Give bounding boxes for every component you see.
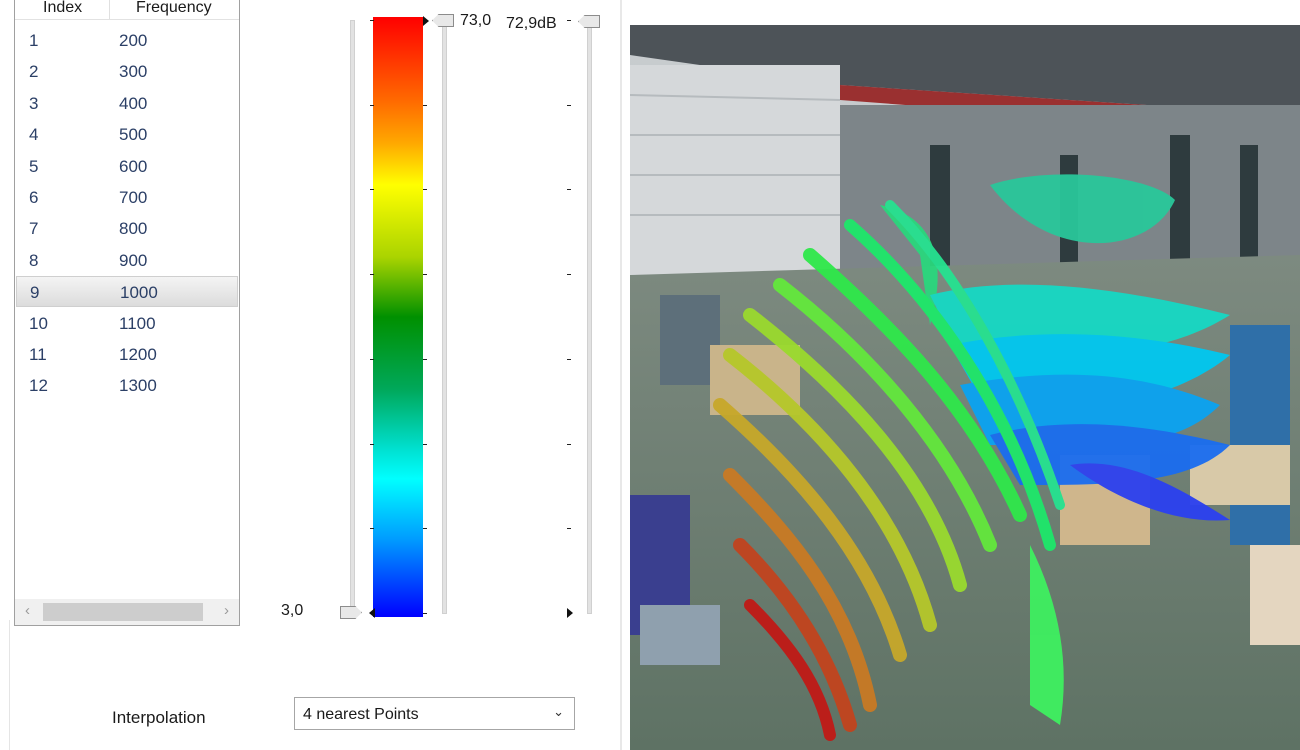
table-row[interactable]: 3 400 (16, 88, 238, 119)
panel-divider[interactable] (620, 0, 622, 750)
current-value-label: 72,9dB (506, 15, 557, 32)
column-header-index[interactable]: Index (43, 0, 82, 17)
scale-tick (370, 358, 374, 360)
table-row[interactable]: 2 300 (16, 56, 238, 87)
cell-frequency: 1000 (120, 283, 158, 303)
panel-edge (9, 620, 10, 750)
value-scale-tick (567, 528, 571, 530)
value-scale-tick (567, 20, 571, 21)
value-scale-tick (567, 274, 571, 276)
table-row[interactable]: 11 1200 (16, 339, 238, 370)
table-row[interactable]: 12 1300 (16, 370, 238, 401)
table-row[interactable]: 8 900 (16, 245, 238, 276)
cell-index: 9 (30, 283, 40, 303)
min-marker (369, 608, 375, 618)
scale-tick (423, 443, 427, 445)
max-value-label: 73,0 (460, 12, 492, 29)
scale-tick (423, 358, 427, 360)
scale-tick (370, 189, 374, 191)
column-separator[interactable] (109, 0, 110, 19)
cell-frequency: 1300 (119, 376, 157, 396)
color-scale-bar (373, 17, 423, 617)
interpolation-selected-value: 4 nearest Points (303, 706, 419, 723)
table-row[interactable]: 1 200 (16, 25, 238, 56)
cell-index: 5 (29, 156, 39, 176)
cell-index: 1 (29, 31, 39, 50)
min-slider-thumb[interactable] (340, 606, 362, 619)
scale-tick (423, 612, 427, 614)
cell-frequency: 1200 (119, 345, 157, 364)
cell-frequency: 500 (119, 125, 148, 145)
chevron-right-icon[interactable]: › (224, 602, 229, 619)
table-row[interactable]: 10 1100 (16, 308, 238, 339)
value-scale-tick (567, 189, 571, 191)
max-marker (423, 16, 429, 26)
chevron-left-icon[interactable]: ‹ (25, 602, 30, 619)
scale-tick (423, 528, 427, 530)
value-scale-tick (567, 443, 571, 445)
cell-index: 6 (29, 188, 39, 207)
frequency-table[interactable]: Index Frequency 1 200 2 300 3 400 4 500 5 600 6 700… (14, 0, 240, 626)
cell-frequency: 1100 (119, 313, 156, 333)
table-header: Index Frequency (15, 0, 239, 20)
max-slider-track[interactable] (442, 20, 447, 614)
cell-frequency: 700 (119, 188, 148, 207)
cell-index: 3 (29, 93, 39, 113)
scale-tick (423, 274, 427, 276)
table-row[interactable]: 9 1000 (16, 276, 238, 308)
scale-tick (370, 20, 374, 21)
scale-tick (370, 528, 374, 530)
interpolation-dropdown[interactable]: 4 nearest Points ⌄ (294, 697, 575, 730)
scale-tick (370, 274, 374, 276)
scale-tick (423, 104, 427, 106)
cell-frequency: 200 (119, 31, 148, 50)
scale-tick (370, 104, 374, 106)
cell-index: 8 (29, 250, 39, 270)
cell-index: 7 (29, 219, 39, 239)
cell-frequency: 300 (119, 62, 148, 82)
value-scale-tick (567, 104, 571, 106)
factory-scene-image[interactable] (630, 25, 1300, 750)
value-slider-track[interactable] (587, 20, 592, 614)
cell-index: 2 (29, 62, 39, 82)
table-row[interactable]: 7 800 (16, 213, 238, 244)
3d-viewport[interactable] (630, 25, 1300, 750)
cell-frequency: 800 (119, 219, 148, 239)
min-slider-track[interactable] (350, 20, 355, 614)
cell-frequency: 400 (119, 93, 148, 113)
table-row[interactable]: 6 700 (16, 182, 238, 213)
cell-index: 11 (29, 345, 47, 364)
interpolation-label: Interpolation (112, 708, 206, 727)
value-scale-tick (567, 358, 571, 360)
min-value-label: 3,0 (281, 602, 304, 619)
scrollbar-thumb[interactable] (43, 603, 203, 621)
table-row[interactable]: 4 500 (16, 119, 238, 150)
value-slider-thumb[interactable] (578, 15, 600, 28)
cell-index: 4 (29, 125, 39, 145)
column-header-frequency[interactable]: Frequency (136, 0, 212, 17)
scale-tick (423, 189, 427, 191)
chevron-down-icon[interactable]: ⌄ (553, 704, 564, 720)
horizontal-scrollbar[interactable]: ‹ › (15, 599, 239, 625)
table-row[interactable]: 5 600 (16, 151, 238, 182)
cell-index: 10 (29, 313, 48, 333)
cell-frequency: 600 (119, 156, 148, 176)
value-marker (567, 608, 573, 618)
cell-frequency: 900 (119, 250, 148, 270)
scale-tick (370, 443, 374, 445)
cell-index: 12 (29, 376, 48, 396)
max-slider-thumb[interactable] (432, 14, 454, 27)
